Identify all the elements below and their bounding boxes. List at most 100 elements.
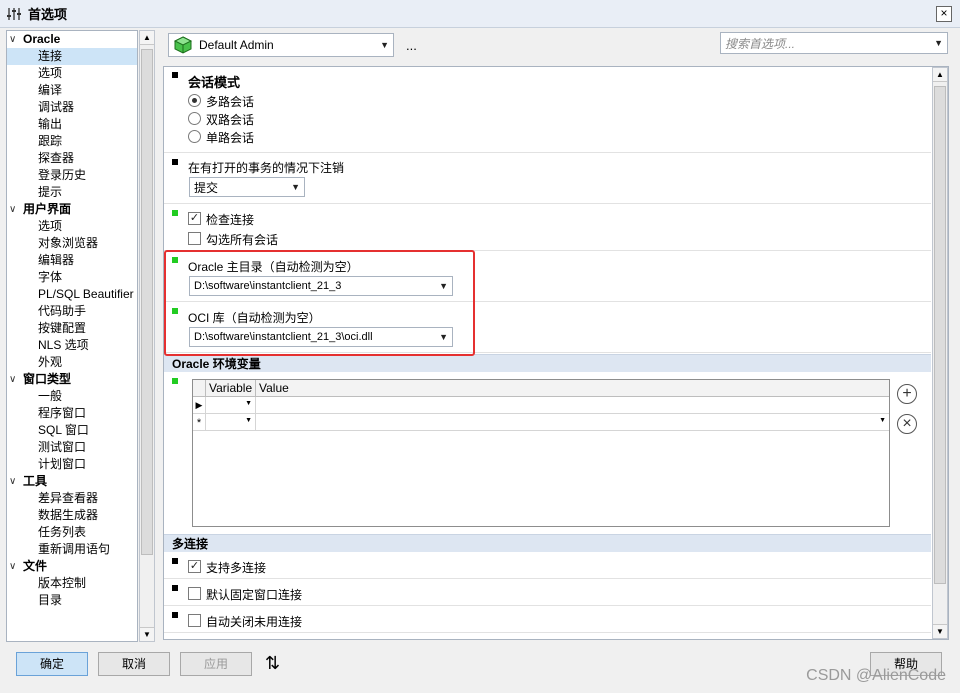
variable-cell[interactable]: ▼ xyxy=(206,397,256,414)
search-input[interactable]: 搜索首选项... ▼ xyxy=(720,32,948,54)
tree-item[interactable]: NLS 选项 xyxy=(7,337,137,354)
tree-item[interactable]: 外观 xyxy=(7,354,137,371)
value-cell[interactable] xyxy=(256,397,889,414)
tree-item[interactable]: 代码助手 xyxy=(7,303,137,320)
chevron-down-icon[interactable]: ∨ xyxy=(9,371,23,388)
tree-item[interactable]: 一般 xyxy=(7,388,137,405)
cancel-button[interactable]: 取消 xyxy=(98,652,170,676)
tree-item[interactable]: 计划窗口 xyxy=(7,456,137,473)
close-button[interactable]: × xyxy=(936,6,952,22)
logoff-title: 在有打开的事务的情况下注销 xyxy=(188,161,345,175)
chevron-down-icon[interactable]: ▼ xyxy=(439,332,448,342)
tree-item[interactable]: 探查器 xyxy=(7,150,137,167)
auto-close-unused-checkbox[interactable] xyxy=(188,614,201,627)
profile-icon xyxy=(173,36,193,54)
tree-item[interactable]: 调试器 xyxy=(7,99,137,116)
default-pin-window-checkbox[interactable] xyxy=(188,587,201,600)
chevron-down-icon[interactable]: ∨ xyxy=(9,558,23,575)
tree-item[interactable]: 程序窗口 xyxy=(7,405,137,422)
default-marker xyxy=(172,585,178,591)
more-button[interactable]: ... xyxy=(406,38,417,53)
tree-group[interactable]: ∨ 窗口类型 xyxy=(7,371,137,388)
tree-scrollbar[interactable]: ▲ ▼ xyxy=(139,30,155,642)
tree-group-label: 文件 xyxy=(23,559,48,573)
tree-item[interactable]: 提示 xyxy=(7,184,137,201)
tree-item[interactable]: 编译 xyxy=(7,82,137,99)
scroll-up-icon[interactable]: ▲ xyxy=(140,31,154,45)
chevron-down-icon: ▼ xyxy=(380,40,389,50)
tree-item[interactable]: 任务列表 xyxy=(7,524,137,541)
radio-dual-session[interactable] xyxy=(188,112,201,125)
tree-item[interactable]: 对象浏览器 xyxy=(7,235,137,252)
chevron-down-icon[interactable]: ▼ xyxy=(245,417,252,424)
tree-group[interactable]: ∨ 工具 xyxy=(7,473,137,490)
profile-select[interactable]: Default Admin ▼ xyxy=(168,33,394,57)
checkbox-label: 支持多连接 xyxy=(206,561,267,575)
tree-item[interactable]: 选项 xyxy=(7,218,137,235)
tree-item[interactable]: 版本控制 xyxy=(7,575,137,592)
tree-item[interactable]: 目录 xyxy=(7,592,137,609)
tree-item[interactable]: 按键配置 xyxy=(7,320,137,337)
tree-item[interactable]: 差异查看器 xyxy=(7,490,137,507)
tree-item[interactable]: 字体 xyxy=(7,269,137,286)
tree-group[interactable]: ∨ Oracle xyxy=(7,31,137,48)
chevron-down-icon[interactable]: ▼ xyxy=(245,400,252,407)
remove-variable-button[interactable]: × xyxy=(897,414,917,434)
add-variable-button[interactable]: + xyxy=(897,384,917,404)
tree-item[interactable]: 选项 xyxy=(7,65,137,82)
tree-group[interactable]: ∨ 用户界面 xyxy=(7,201,137,218)
grid-corner xyxy=(193,380,206,397)
chevron-down-icon[interactable]: ▼ xyxy=(934,38,943,48)
tree-item[interactable]: SQL 窗口 xyxy=(7,422,137,439)
tree-item[interactable]: 编辑器 xyxy=(7,252,137,269)
tree-group[interactable]: ∨ 文件 xyxy=(7,558,137,575)
scroll-down-icon[interactable]: ▼ xyxy=(140,627,154,641)
checkbox-label: 自动关闭未用连接 xyxy=(206,615,303,629)
check-all-sessions-checkbox[interactable] xyxy=(188,232,201,245)
check-connection-checkbox[interactable]: ✓ xyxy=(188,212,201,225)
ok-button[interactable]: 确定 xyxy=(16,652,88,676)
scrollbar-thumb[interactable] xyxy=(934,86,946,584)
tree-item[interactable]: 输出 xyxy=(7,116,137,133)
value-cell[interactable]: ▼ xyxy=(256,414,889,431)
profile-label: Default Admin xyxy=(199,38,274,52)
tree-item[interactable]: 跟踪 xyxy=(7,133,137,150)
oracle-home-input[interactable]: D:\software\instantclient_21_3 ▼ xyxy=(189,276,453,296)
tree-item[interactable]: 登录历史 xyxy=(7,167,137,184)
variable-cell[interactable]: ▼ xyxy=(206,414,256,431)
chevron-down-icon[interactable]: ∨ xyxy=(9,31,23,48)
tree-group-label: 用户界面 xyxy=(23,202,72,216)
column-header-variable[interactable]: Variable xyxy=(206,380,256,397)
scroll-up-icon[interactable]: ▲ xyxy=(933,68,947,82)
checkbox-label: 默认固定窗口连接 xyxy=(206,588,303,602)
tree-item[interactable]: PL/SQL Beautifier xyxy=(7,286,137,303)
oracle-home-title: Oracle 主目录（自动检测为空） xyxy=(188,260,359,274)
changed-marker xyxy=(172,308,178,314)
chevron-down-icon[interactable]: ∨ xyxy=(9,201,23,218)
tree-item[interactable]: 连接 xyxy=(7,48,137,65)
radio-single-session[interactable] xyxy=(188,130,201,143)
tree-item[interactable]: 测试窗口 xyxy=(7,439,137,456)
apply-button[interactable]: 应用 xyxy=(180,652,252,676)
sort-icon[interactable]: ⇅ xyxy=(265,653,280,674)
new-row-indicator: * xyxy=(193,414,206,431)
oci-library-input[interactable]: D:\software\instantclient_21_3\oci.dll ▼ xyxy=(189,327,453,347)
column-header-value[interactable]: Value xyxy=(256,380,889,397)
radio-label: 双路会话 xyxy=(206,113,255,127)
support-multi-connection-checkbox[interactable]: ✓ xyxy=(188,560,201,573)
check-connection-row: ✓ 检查连接 勾选所有会话 xyxy=(164,205,931,251)
radio-multi-session[interactable] xyxy=(188,94,201,107)
tree-item[interactable]: 重新调用语句 xyxy=(7,541,137,558)
radio-label: 单路会话 xyxy=(206,131,255,145)
session-mode-row: 会话模式 多路会话 双路会话 单路会话 xyxy=(164,67,931,153)
logoff-select[interactable]: 提交 ▼ xyxy=(189,177,305,197)
chevron-down-icon[interactable]: ▼ xyxy=(879,417,886,424)
env-variables-grid[interactable]: Variable Value ▶ ▼ * ▼ ▼ xyxy=(192,379,890,527)
scroll-down-icon[interactable]: ▼ xyxy=(933,624,947,638)
tree-item[interactable]: 数据生成器 xyxy=(7,507,137,524)
scrollbar-thumb[interactable] xyxy=(141,49,153,555)
preferences-tree[interactable]: ∨ Oracle 连接 选项 编译 调试器 输出 跟踪 探查器 登录历史 提示 ∨ 用户界面 选项 对象浏览… xyxy=(6,30,138,642)
settings-scrollbar[interactable]: ▲ ▼ xyxy=(932,67,948,639)
chevron-down-icon[interactable]: ▼ xyxy=(439,281,448,291)
chevron-down-icon[interactable]: ∨ xyxy=(9,473,23,490)
